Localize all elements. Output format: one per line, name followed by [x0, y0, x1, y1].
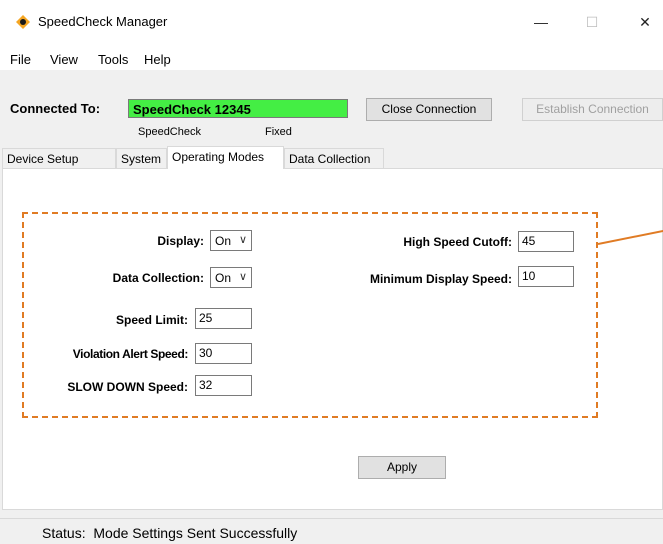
status-label: Status: — [42, 525, 86, 541]
violation-alert-speed-input[interactable]: 30 — [195, 343, 252, 364]
title-bar: SpeedCheck Manager — ☐ ✕ — [0, 0, 663, 44]
maximize-button[interactable]: ☐ — [580, 10, 604, 34]
display-select-value: On — [215, 234, 232, 248]
data-collection-label: Data Collection: — [112, 271, 204, 285]
callout-line — [598, 230, 663, 245]
slow-down-speed-input[interactable]: 32 — [195, 375, 252, 396]
minimize-button[interactable]: — — [529, 10, 553, 34]
close-window-button[interactable]: ✕ — [633, 10, 657, 34]
display-select[interactable]: On ∨ — [210, 230, 252, 251]
connected-device-field: SpeedCheck 12345 — [128, 99, 348, 118]
connected-to-label: Connected To: — [10, 101, 101, 116]
chevron-down-icon: ∨ — [238, 234, 247, 246]
display-label: Display: — [157, 234, 204, 248]
data-collection-select-value: On — [215, 271, 232, 285]
tab-device-setup[interactable]: Device Setup — [2, 148, 116, 168]
establish-connection-button[interactable]: Establish Connection — [522, 98, 663, 121]
close-connection-button[interactable]: Close Connection — [366, 98, 492, 121]
window-title: SpeedCheck Manager — [38, 14, 168, 29]
menu-view[interactable]: View — [50, 52, 78, 67]
menu-help[interactable]: Help — [144, 52, 171, 67]
speedcheck-app-icon — [16, 15, 30, 29]
tab-data-collection[interactable]: Data Collection — [284, 148, 384, 168]
mount-type-label: Fixed — [265, 126, 292, 138]
device-type-label: SpeedCheck — [138, 126, 201, 138]
minimum-display-speed-label: Minimum Display Speed: — [369, 272, 512, 286]
high-speed-cutoff-label: High Speed Cutoff: — [403, 235, 512, 249]
apply-button[interactable]: Apply — [358, 456, 446, 479]
chevron-down-icon: ∨ — [238, 271, 247, 283]
app-window: SpeedCheck Manager — ☐ ✕ File View Tools… — [0, 0, 663, 544]
speed-limit-input[interactable]: 25 — [195, 308, 252, 329]
data-collection-select[interactable]: On ∨ — [210, 267, 252, 288]
slow-down-speed-label: SLOW DOWN Speed: — [67, 380, 188, 394]
minimum-display-speed-input[interactable]: 10 — [518, 266, 574, 287]
high-speed-cutoff-input[interactable]: 45 — [518, 231, 574, 252]
status-text: Status: Mode Settings Sent Successfully — [42, 525, 297, 541]
menu-tools[interactable]: Tools — [98, 52, 128, 67]
menu-file[interactable]: File — [10, 52, 31, 67]
menu-bar: File View Tools Help — [0, 44, 663, 71]
tab-operating-modes[interactable]: Operating Modes — [167, 146, 284, 169]
violation-alert-speed-label: Violation Alert Speed: — [72, 347, 189, 361]
speed-limit-label: Speed Limit: — [115, 313, 188, 327]
status-bar: Status: Mode Settings Sent Successfully — [0, 518, 663, 544]
status-message: Mode Settings Sent Successfully — [93, 525, 298, 541]
tab-system[interactable]: System — [116, 148, 167, 168]
